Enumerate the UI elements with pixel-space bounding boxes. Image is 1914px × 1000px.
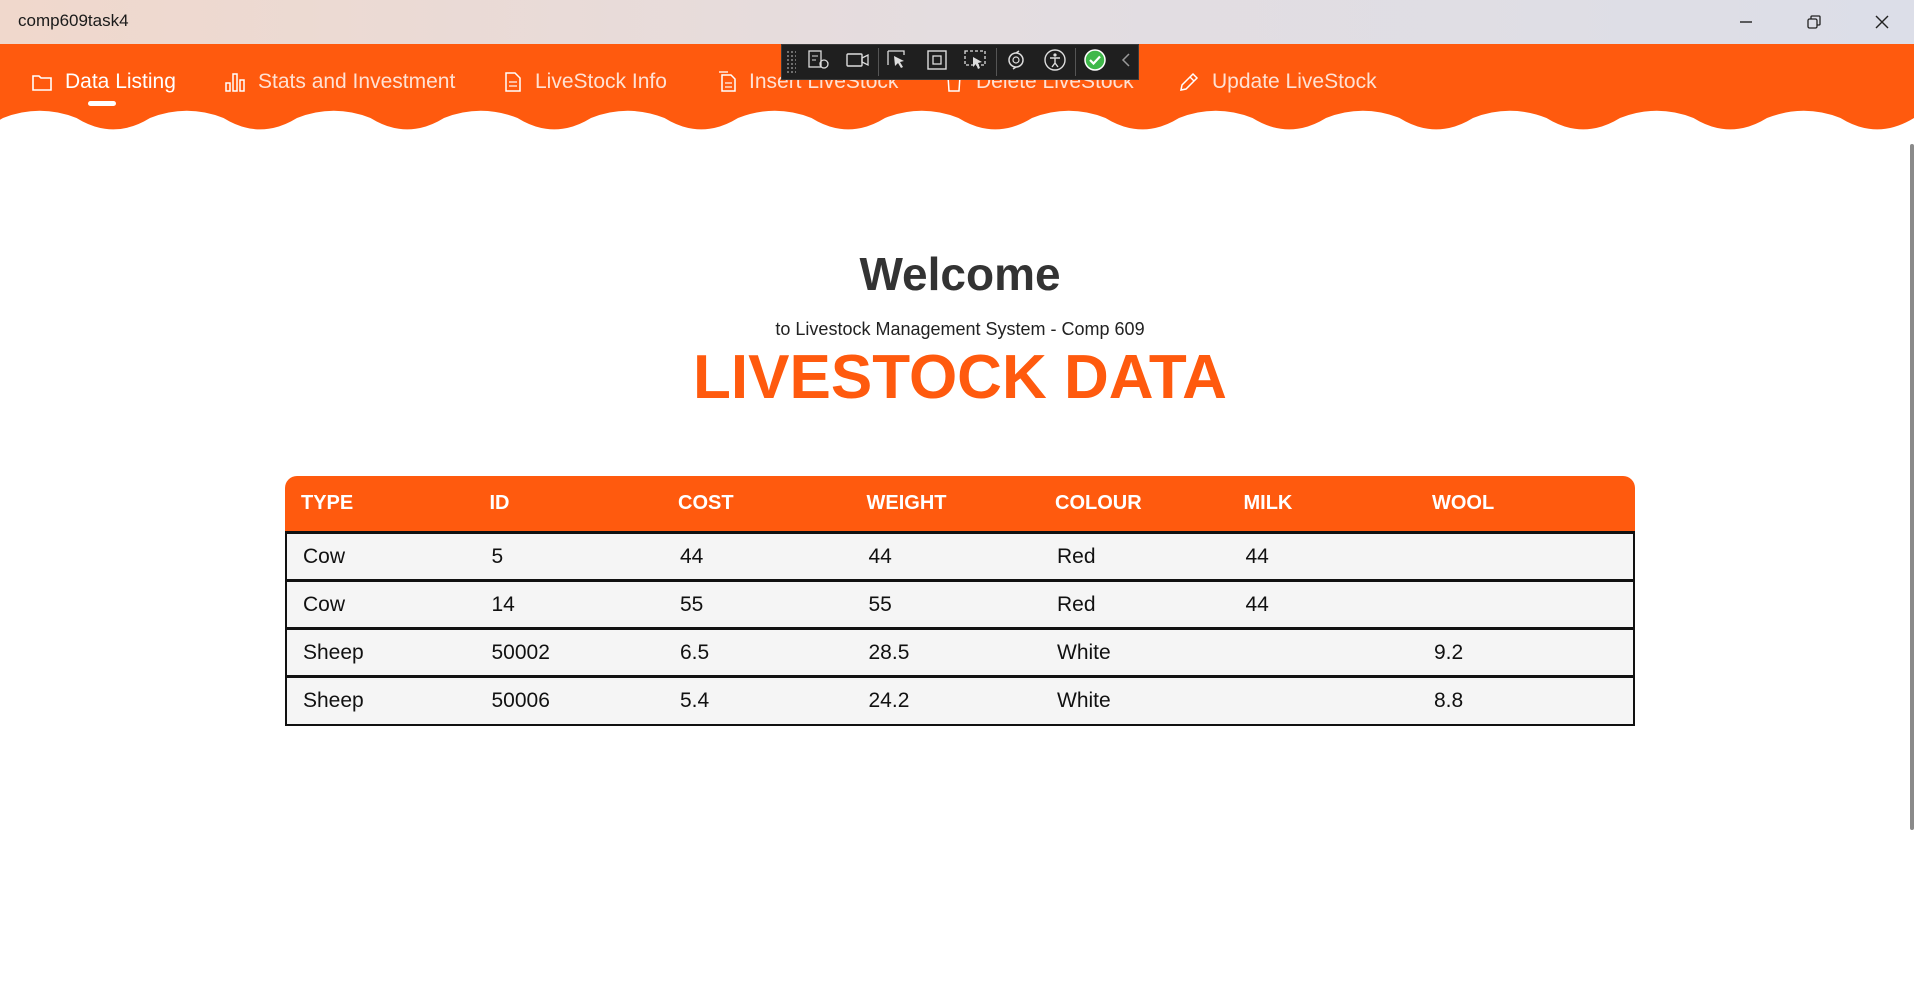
cell-weight: 55 — [868, 592, 892, 616]
window-title: comp609task4 — [18, 11, 129, 30]
cell-id: 50006 — [491, 689, 550, 712]
welcome-heading: Welcome — [859, 248, 1061, 300]
cell-milk: 44 — [1245, 544, 1269, 568]
cell-wool: 9.2 — [1434, 640, 1464, 664]
collapse-chevron-icon — [1120, 52, 1132, 73]
column-header-wool[interactable]: WOOL — [1416, 492, 1605, 515]
cell-wool: 8.8 — [1434, 689, 1464, 712]
cell-colour: Red — [1057, 592, 1096, 616]
nav-item-stats-and-investment[interactable]: Stats and Investment — [224, 66, 455, 98]
cell-weight: 24.2 — [868, 689, 910, 712]
nav-item-label: Update LiveStock — [1212, 70, 1377, 93]
select-element-icon — [886, 49, 910, 76]
cell-weight: 44 — [868, 544, 892, 568]
page-title: LIVESTOCK DATA — [693, 343, 1227, 412]
record-icon — [845, 50, 871, 75]
column-header-id[interactable]: ID — [474, 492, 663, 515]
cell-colour: White — [1057, 640, 1111, 664]
cell-id: 14 — [491, 592, 515, 616]
table-row[interactable]: Cow 5 44 44 Red 44 — [285, 534, 1635, 582]
cell-type: Sheep — [303, 689, 364, 712]
table-row[interactable]: Sheep 50006 5.4 24.2 White 8.8 — [285, 678, 1635, 726]
display-layout-adorners-button[interactable] — [918, 44, 957, 80]
drag-grip-icon[interactable] — [786, 50, 796, 74]
accessibility-icon — [1043, 48, 1067, 77]
cell-type: Cow — [303, 592, 346, 616]
folder-icon — [31, 72, 53, 92]
documents-icon — [717, 71, 737, 93]
cell-milk: 44 — [1245, 592, 1269, 616]
column-header-weight[interactable]: WEIGHT — [851, 492, 1040, 515]
table-header: TYPE ID COST WEIGHT COLOUR MILK WOOL — [285, 476, 1635, 534]
column-header-cost[interactable]: COST — [662, 492, 851, 515]
track-focus-button[interactable] — [957, 44, 996, 80]
active-tab-indicator — [88, 101, 116, 106]
cell-colour: White — [1057, 689, 1111, 712]
record-button[interactable] — [839, 44, 878, 80]
title-bar: comp609task4 — [0, 0, 1914, 44]
nav-item-data-listing[interactable]: Data Listing — [31, 66, 176, 98]
live-visual-tree-button[interactable] — [800, 44, 839, 80]
select-element-button[interactable] — [879, 44, 918, 80]
restore-icon — [1806, 14, 1822, 30]
pencil-icon — [1178, 71, 1200, 93]
dev-toolbar — [781, 44, 1139, 80]
cell-type: Sheep — [303, 640, 364, 664]
hot-reload-button[interactable] — [997, 44, 1036, 80]
cell-cost: 6.5 — [680, 640, 710, 664]
table-row[interactable]: Cow 14 55 55 Red 44 — [285, 582, 1635, 630]
cell-cost: 44 — [680, 544, 704, 568]
cell-type: Cow — [303, 544, 346, 568]
table-row[interactable]: Sheep 50002 6.5 28.5 White 9.2 — [285, 630, 1635, 678]
collapse-toolbar-button[interactable] — [1115, 44, 1138, 80]
subtitle: to Livestock Management System - Comp 60… — [775, 319, 1145, 339]
nav-item-update-livestock[interactable]: Update LiveStock — [1178, 66, 1377, 98]
minimize-button[interactable] — [1712, 0, 1780, 44]
nav-item-label: Data Listing — [65, 70, 176, 93]
column-header-type[interactable]: TYPE — [285, 492, 474, 515]
restore-button[interactable] — [1780, 0, 1848, 44]
document-icon — [503, 71, 523, 93]
track-focus-icon — [963, 49, 989, 76]
minimize-icon — [1738, 14, 1754, 30]
livestock-table: TYPE ID COST WEIGHT COLOUR MILK WOOL Cow… — [285, 476, 1635, 726]
cell-id: 5 — [491, 544, 504, 568]
cell-cost: 55 — [680, 592, 704, 616]
checkmark-icon — [1083, 48, 1107, 77]
nav-item-livestock-info[interactable]: LiveStock Info — [503, 66, 667, 98]
hot-reload-icon — [1004, 49, 1028, 76]
display-layout-adorners-icon — [926, 49, 948, 76]
cell-cost: 5.4 — [680, 689, 710, 712]
cell-weight: 28.5 — [868, 640, 910, 664]
cell-id: 50002 — [491, 640, 550, 664]
live-visual-tree-icon — [807, 49, 831, 76]
close-button[interactable] — [1848, 0, 1914, 44]
status-button[interactable] — [1076, 44, 1115, 80]
column-header-colour[interactable]: COLOUR — [1039, 492, 1228, 515]
nav-item-label: Stats and Investment — [258, 70, 456, 93]
nav-item-label: LiveStock Info — [535, 70, 667, 93]
accessibility-button[interactable] — [1036, 44, 1075, 80]
column-header-milk[interactable]: MILK — [1228, 492, 1417, 515]
cell-colour: Red — [1057, 544, 1096, 568]
close-icon — [1874, 14, 1890, 30]
bar-chart-icon — [224, 71, 246, 93]
